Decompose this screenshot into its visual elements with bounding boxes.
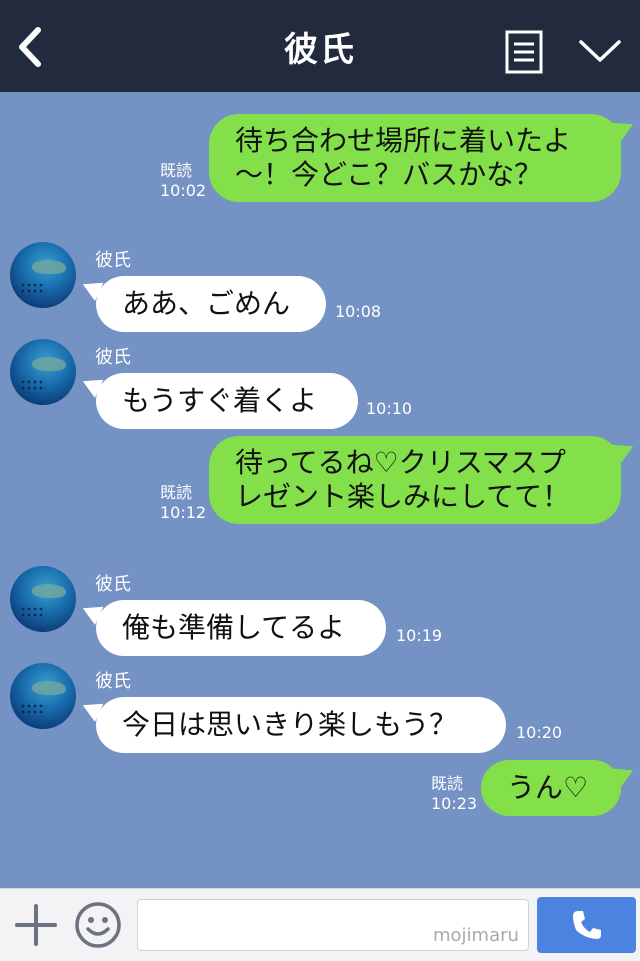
watermark: mojimaru [433,925,519,946]
avatar[interactable] [10,339,76,405]
message-text-line: レゼント楽しみにしてて！ [235,480,571,513]
message-text-line: 待ってるね♡クリスマスプ [235,446,566,479]
smiley-icon [75,902,121,948]
timestamp: 10:08 [335,302,382,321]
sender-name: 彼氏 [95,347,131,368]
message-text-line: 待ち合わせ場所に着いたよ [235,124,572,157]
chat-title: 彼氏 [284,30,356,70]
timestamp: 10:02 [160,181,207,200]
phone-icon [572,911,601,939]
chat-area[interactable]: 既読 10:02 待ち合わせ場所に着いたよ 〜！今どこ？バスかな？ 彼氏 ああ、… [0,92,640,888]
call-button[interactable] [537,897,636,953]
incoming-message-bubble[interactable]: ああ、ごめん [96,276,326,332]
outgoing-message-bubble[interactable]: うん♡ [481,760,621,816]
read-status: 既読 10:23 [431,774,477,814]
incoming-message-bubble[interactable]: もうすぐ着くよ [96,373,358,429]
incoming-message-bubble[interactable]: 俺も準備してるよ [96,600,386,656]
message-text: 俺も準備してるよ [122,611,346,644]
outgoing-message-bubble[interactable]: 待ち合わせ場所に着いたよ 〜！今どこ？バスかな？ [209,114,621,202]
avatar[interactable] [10,242,76,308]
read-status: 既読 10:12 [160,483,206,523]
attach-button[interactable] [14,903,58,947]
message-text: ああ、ごめん [122,287,291,320]
message-text: 今日は思いきり楽しもう？ [122,708,458,741]
read-label: 既読 [160,161,193,180]
read-label: 既読 [431,774,464,793]
menu-toggle-button[interactable] [575,32,625,72]
timestamp: 10:23 [431,794,478,813]
avatar[interactable] [10,566,76,632]
timestamp: 10:12 [160,503,207,522]
emoji-button[interactable] [74,901,122,949]
chat-header: 彼氏 [0,0,640,92]
read-status: 既読 10:02 [160,161,206,201]
message-text-line: 〜！今どこ？バスかな？ [235,158,543,191]
incoming-message-bubble[interactable]: 今日は思いきり楽しもう？ [96,697,506,753]
sender-name: 彼氏 [95,574,131,595]
timestamp: 10:19 [396,626,443,645]
timestamp: 10:20 [516,723,563,742]
outgoing-message-bubble[interactable]: 待ってるね♡クリスマスプ レゼント楽しみにしてて！ [209,436,621,524]
message-text: うん♡ [507,771,589,804]
memo-button[interactable] [505,30,543,74]
plus-icon [15,904,57,946]
timestamp: 10:10 [366,399,413,418]
message-composer: mojimaru [0,888,640,961]
sender-name: 彼氏 [95,250,131,271]
message-text: もうすぐ着くよ [122,384,318,417]
memo-icon [505,30,543,74]
avatar[interactable] [10,663,76,729]
sender-name: 彼氏 [95,671,131,692]
read-label: 既読 [160,483,193,502]
chevron-down-icon [579,40,621,62]
